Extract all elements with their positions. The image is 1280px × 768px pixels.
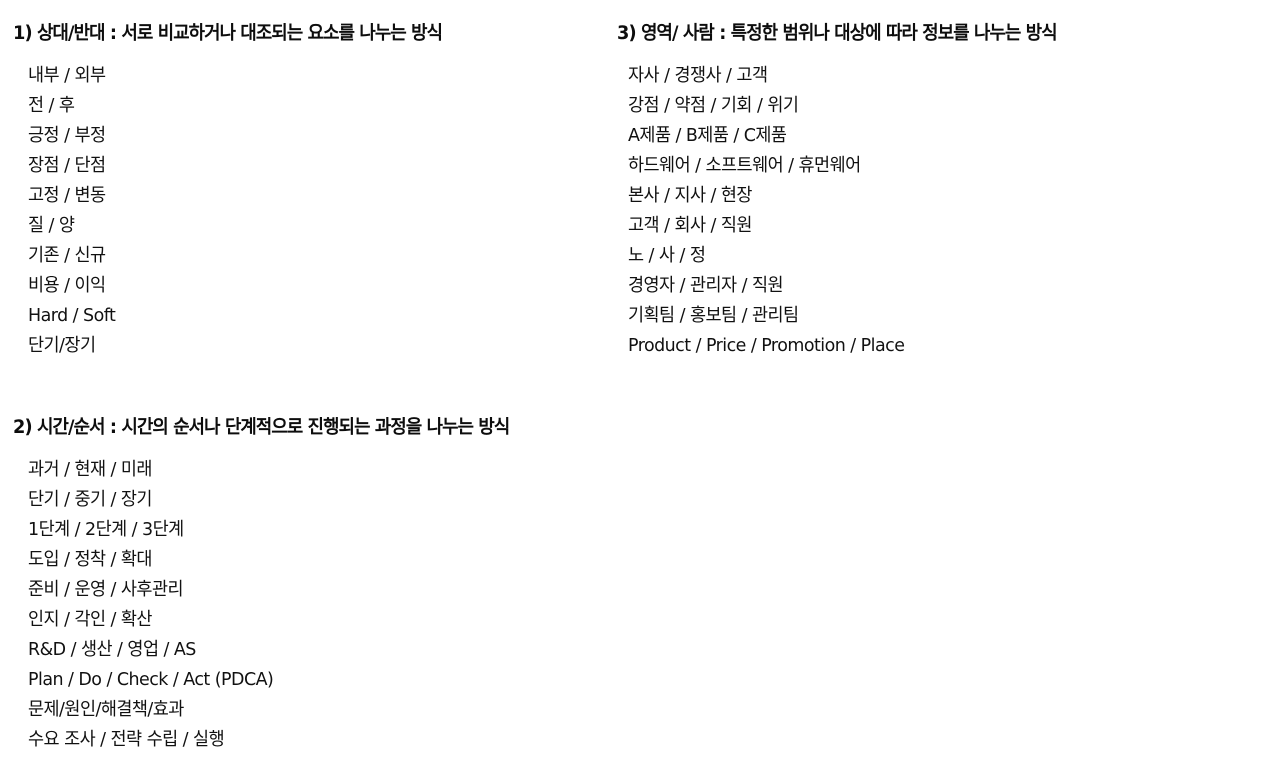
section-1-heading: 1) 상대/반대 : 서로 비교하거나 대조되는 요소를 나누는 방식: [13, 23, 443, 45]
list-item: 장점 / 단점: [28, 154, 106, 176]
list-item: 인지 / 각인 / 확산: [28, 608, 152, 630]
list-item: 경영자 / 관리자 / 직원: [628, 274, 784, 296]
list-item: 고객 / 회사 / 직원: [628, 214, 752, 236]
list-item: 강점 / 약점 / 기회 / 위기: [628, 94, 799, 116]
list-item: 과거 / 현재 / 미래: [28, 458, 152, 480]
list-item: 준비 / 운영 / 사후관리: [28, 578, 184, 600]
list-item: 전 / 후: [28, 94, 75, 116]
list-item: Product / Price / Promotion / Place: [628, 334, 905, 356]
list-item: 단기/장기: [28, 334, 96, 356]
list-item: 단기 / 중기 / 장기: [28, 488, 152, 510]
list-item: 질 / 양: [28, 214, 75, 236]
list-item: 수요 조사 / 전략 수립 / 실행: [28, 728, 225, 750]
section-yeongyeok-saram: 3) 영역/ 사람 : 특정한 범위나 대상에 따라 정보를 나누는 방식 자사…: [617, 8, 1075, 361]
list-item: 기획팀 / 홍보팀 / 관리팀: [628, 304, 799, 326]
list-item: R&D / 생산 / 영업 / AS: [28, 638, 196, 660]
list-item: 도입 / 정착 / 확대: [28, 548, 152, 570]
section-sigan-sunseo: 2) 시간/순서 : 시간의 순서나 단계적으로 진행되는 과정을 나누는 방식…: [13, 402, 530, 755]
list-item: 1단계 / 2단계 / 3단계: [28, 518, 184, 540]
list-item: Hard / Soft: [28, 304, 116, 326]
document-page: 1) 상대/반대 : 서로 비교하거나 대조되는 요소를 나누는 방식 내부 /…: [0, 0, 1280, 768]
list-item: 본사 / 지사 / 현장: [628, 184, 752, 206]
list-item: 고정 / 변동: [28, 184, 106, 206]
list-item: 기존 / 신규: [28, 244, 106, 266]
list-item: 긍정 / 부정: [28, 124, 106, 146]
list-item: 하드웨어 / 소프트웨어 / 휴먼웨어: [628, 154, 861, 176]
list-item: 자사 / 경쟁사 / 고객: [628, 64, 768, 86]
section-2-heading: 2) 시간/순서 : 시간의 순서나 단계적으로 진행되는 과정을 나누는 방식: [13, 417, 510, 439]
section-sangdae-bandae: 1) 상대/반대 : 서로 비교하거나 대조되는 요소를 나누는 방식 내부 /…: [13, 8, 460, 361]
section-3-heading: 3) 영역/ 사람 : 특정한 범위나 대상에 따라 정보를 나누는 방식: [617, 23, 1058, 45]
list-item: 비용 / 이익: [28, 274, 106, 296]
section-2-list: 과거 / 현재 / 미래 단기 / 중기 / 장기 1단계 / 2단계 / 3단…: [28, 455, 530, 755]
list-item: Plan / Do / Check / Act (PDCA): [28, 668, 274, 690]
list-item: 내부 / 외부: [28, 64, 106, 86]
list-item: A제품 / B제품 / C제품: [628, 124, 787, 146]
section-1-list: 내부 / 외부 전 / 후 긍정 / 부정 장점 / 단점 고정 / 변동 질 …: [28, 61, 460, 361]
list-item: 문제/원인/해결책/효과: [28, 698, 184, 720]
list-item: 노 / 사 / 정: [628, 244, 706, 266]
section-3-list: 자사 / 경쟁사 / 고객 강점 / 약점 / 기회 / 위기 A제품 / B제…: [628, 61, 1075, 361]
